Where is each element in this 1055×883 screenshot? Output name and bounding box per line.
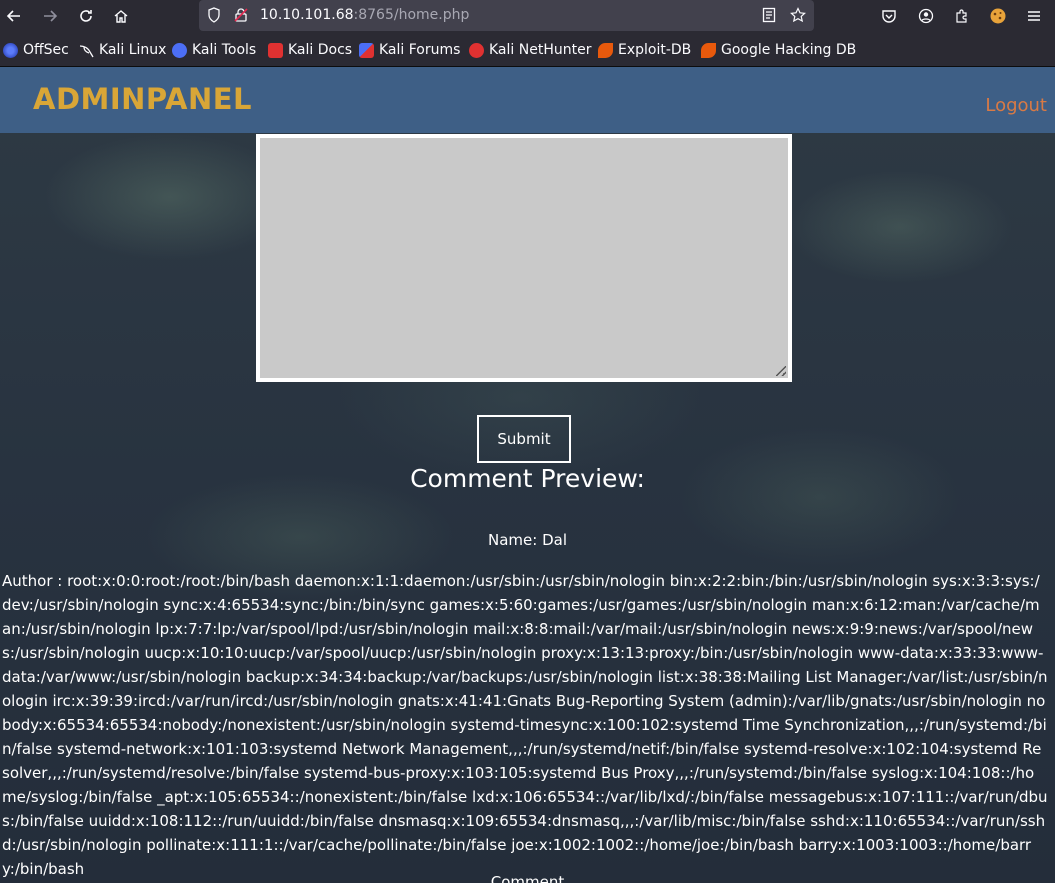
menu-icon[interactable] bbox=[1022, 4, 1046, 28]
reader-view-icon[interactable] bbox=[758, 4, 780, 26]
bookmark-label: Exploit-DB bbox=[618, 42, 692, 58]
navbar: ADMINPANEL Logout bbox=[0, 67, 1055, 133]
exploit-db-icon bbox=[598, 42, 613, 58]
kali-docs-icon bbox=[268, 42, 283, 58]
kali-tools-icon bbox=[172, 42, 187, 58]
bookmark-kali-tools[interactable]: Kali Tools bbox=[172, 41, 256, 59]
reload-icon[interactable] bbox=[74, 4, 98, 28]
url-text[interactable]: 10.10.101.68:8765/home.php bbox=[260, 7, 469, 23]
comment-textarea-frame bbox=[256, 134, 792, 382]
bookmark-label: Kali Linux bbox=[99, 42, 167, 58]
pocket-icon[interactable] bbox=[877, 4, 901, 28]
browser-toolbar: 10.10.101.68:8765/home.php bbox=[0, 0, 1055, 32]
preview-author: Author : root:x:0:0:root:/root:/bin/bash… bbox=[2, 572, 1048, 878]
bookmark-label: Kali Forums bbox=[379, 42, 461, 58]
bookmark-offsec[interactable]: OffSec bbox=[3, 41, 69, 59]
back-icon[interactable] bbox=[2, 4, 26, 28]
bookmark-label: Kali Tools bbox=[192, 42, 257, 58]
bookmark-label: Kali NetHunter bbox=[489, 42, 592, 58]
url-bar[interactable]: 10.10.101.68:8765/home.php bbox=[199, 0, 814, 31]
extension-cookie-icon[interactable] bbox=[986, 4, 1010, 28]
bookmark-label: OffSec bbox=[23, 42, 69, 58]
bookmark-kali-linux[interactable]: Kali Linux bbox=[79, 41, 166, 59]
comment-preview-heading: Comment Preview: bbox=[410, 464, 645, 493]
bookmark-kali-forums[interactable]: Kali Forums bbox=[359, 41, 460, 59]
offsec-icon bbox=[3, 42, 18, 58]
bookmarks-bar: OffSec Kali Linux Kali Tools Kali Docs K… bbox=[0, 32, 1055, 67]
kali-dragon-icon bbox=[79, 43, 94, 58]
forward-icon[interactable] bbox=[38, 4, 62, 28]
resize-grip-icon[interactable] bbox=[776, 366, 786, 376]
url-host: 10.10.101.68 bbox=[260, 7, 354, 23]
shield-icon[interactable] bbox=[203, 4, 225, 26]
bookmark-exploit-db[interactable]: Exploit-DB bbox=[598, 41, 691, 59]
bookmark-google-hacking-db[interactable]: Google Hacking DB bbox=[701, 41, 856, 59]
preview-name: Name: Dal bbox=[488, 531, 567, 549]
brand-title[interactable]: ADMINPANEL bbox=[33, 82, 252, 116]
extensions-icon[interactable] bbox=[950, 4, 974, 28]
submit-button[interactable]: Submit bbox=[477, 415, 571, 463]
url-path: :8765/home.php bbox=[353, 7, 470, 23]
page-content: ADMINPANEL Logout Submit Comment Preview… bbox=[0, 67, 1055, 883]
kali-nethunter-icon bbox=[469, 42, 484, 58]
home-icon[interactable] bbox=[109, 4, 133, 28]
bookmark-label: Google Hacking DB bbox=[721, 42, 857, 58]
ghdb-icon bbox=[701, 42, 716, 58]
preview-comment-label: Comment bbox=[490, 873, 565, 883]
bookmark-label: Kali Docs bbox=[288, 42, 353, 58]
kali-forums-icon bbox=[359, 42, 374, 58]
account-icon[interactable] bbox=[914, 4, 938, 28]
logout-link[interactable]: Logout bbox=[985, 95, 1047, 116]
insecure-lock-icon[interactable] bbox=[230, 4, 252, 26]
bookmark-kali-docs[interactable]: Kali Docs bbox=[268, 41, 352, 59]
bookmark-kali-nethunter[interactable]: Kali NetHunter bbox=[469, 41, 591, 59]
bookmark-star-icon[interactable] bbox=[787, 4, 809, 26]
comment-textarea[interactable] bbox=[260, 138, 788, 378]
